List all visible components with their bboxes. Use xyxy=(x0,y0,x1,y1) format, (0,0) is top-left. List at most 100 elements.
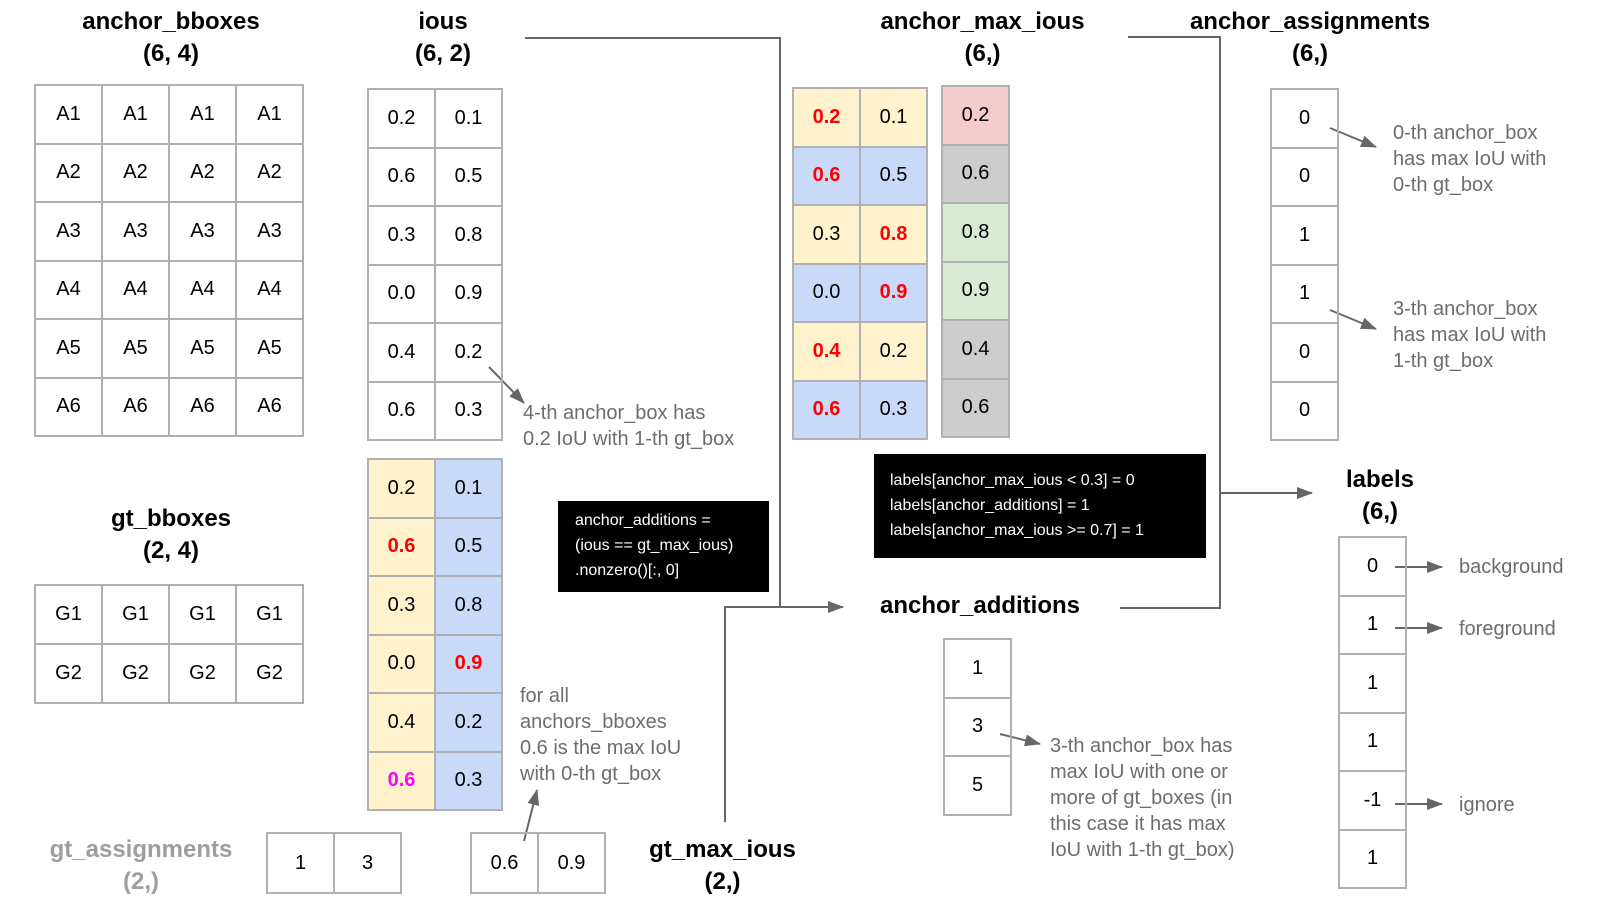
table-row: 0 xyxy=(1270,380,1339,441)
table-row: 0.2 xyxy=(941,85,1010,146)
table-cell: G1 xyxy=(101,584,170,645)
table-cell: 3 xyxy=(943,696,1012,757)
table-cell: A6 xyxy=(235,376,304,437)
anchor-assignments-name: anchor_assignments xyxy=(1189,8,1431,35)
table-row: 0.3 0.8 xyxy=(792,204,928,265)
table-row: 0.4 xyxy=(941,319,1010,380)
table-cell: 0.6 xyxy=(941,377,1010,438)
table-cell: A6 xyxy=(168,376,237,437)
anchor-max-ious-title: anchor_max_ious (6,) xyxy=(850,6,1115,70)
table-cell: 0.4 xyxy=(792,321,861,382)
table-row: 0.6 0.5 xyxy=(367,516,503,577)
table-cell: A1 xyxy=(235,84,304,145)
table-row: 0.6 0.5 xyxy=(367,146,503,207)
table-cell: 0.3 xyxy=(434,380,503,441)
table-row: 0.4 0.2 xyxy=(792,321,928,382)
table-cell: A3 xyxy=(235,201,304,262)
table-cell: 1 xyxy=(943,638,1012,699)
table-cell: 0.9 xyxy=(859,262,928,323)
table-row: 13 xyxy=(266,832,402,894)
table-row: 0 xyxy=(1270,146,1339,207)
table-cell: A4 xyxy=(34,259,103,320)
table-cell: A2 xyxy=(235,142,304,203)
table-row: 0.3 0.8 xyxy=(367,205,503,266)
table-row: 0 xyxy=(1270,88,1339,149)
table-cell: 0.3 xyxy=(859,379,928,440)
gt-max-ious-shape: (2,) xyxy=(704,868,741,895)
labels-legend-ignore: ignore xyxy=(1459,794,1515,816)
table-cell: G1 xyxy=(34,584,103,645)
table-cell: 1 xyxy=(1338,828,1407,889)
table-cell: 0.4 xyxy=(367,322,436,383)
anchor-additions-table: 135 xyxy=(943,638,1012,816)
table-row: 0.6 xyxy=(941,377,1010,438)
table-cell: G1 xyxy=(168,584,237,645)
table-cell: A3 xyxy=(168,201,237,262)
table-row: 1 xyxy=(1338,828,1407,889)
table-cell: 0 xyxy=(1270,88,1339,149)
table-cell: G2 xyxy=(168,643,237,704)
table-cell: G2 xyxy=(34,643,103,704)
labels-shape: (6,) xyxy=(1362,498,1398,525)
table-row: 1 xyxy=(1338,711,1407,772)
table-cell: A2 xyxy=(101,142,170,203)
anchor-bboxes-table: A1 A1 A1 A1 A2 A2 A2 A2 A3 A3 A3 A3 A4 A4 A4 A4 A5 A5 A5 A5… xyxy=(34,84,304,437)
table-cell: 0.0 xyxy=(792,262,861,323)
table-cell: 0.2 xyxy=(367,458,436,519)
table-cell: 0.9 xyxy=(434,263,503,324)
table-cell: 5 xyxy=(943,755,1012,816)
anchor-assignments-title: anchor_assignments (6,) xyxy=(1165,6,1455,70)
anchor-max-ious-table: 0.2 0.6 0.8 0.9 0.4 0.6 xyxy=(941,85,1010,438)
table-cell: 0.9 xyxy=(434,633,503,694)
table-row: 1 xyxy=(1270,263,1339,324)
gt-bboxes-name: gt_bboxes xyxy=(110,505,232,532)
table-row: 0.4 0.2 xyxy=(367,692,503,753)
table-cell: A6 xyxy=(34,376,103,437)
table-cell: A1 xyxy=(34,84,103,145)
table-cell: 0.8 xyxy=(434,205,503,266)
table-row: 0.0 0.9 xyxy=(367,263,503,324)
table-row: A5 A5 A5 A5 xyxy=(34,318,304,379)
anchor-bboxes-title: anchor_bboxes (6, 4) xyxy=(35,6,307,70)
table-cell: A1 xyxy=(101,84,170,145)
table-row: 0.6 0.3 xyxy=(367,750,503,811)
table-cell: 0.6 xyxy=(941,143,1010,204)
table-cell: 0.9 xyxy=(537,832,606,894)
table-cell: A4 xyxy=(101,259,170,320)
table-cell: 0.5 xyxy=(434,146,503,207)
table-cell: G2 xyxy=(101,643,170,704)
anchor-additions-note: 3-th anchor_box has max IoU with one or … xyxy=(1050,735,1235,861)
gt-assignments-shape: (2,) xyxy=(123,868,159,895)
table-cell: A5 xyxy=(101,318,170,379)
table-cell: A6 xyxy=(101,376,170,437)
table-row: 0.8 xyxy=(941,202,1010,263)
table-cell: 0.6 xyxy=(367,146,436,207)
gt-bboxes-title: gt_bboxes (2, 4) xyxy=(35,503,307,567)
anchor-additions-code-block: anchor_additions = (ious == gt_max_ious)… xyxy=(558,501,769,592)
gt-assignments-table: 13 xyxy=(266,832,402,894)
table-cell: 0.8 xyxy=(859,204,928,265)
table-row: G2 G2 G2 G2 xyxy=(34,643,304,704)
table-cell: 0.1 xyxy=(859,87,928,148)
table-cell: 0.8 xyxy=(434,575,503,636)
table-cell: 0.3 xyxy=(434,750,503,811)
gt-max-ious-name: gt_max_ious xyxy=(649,836,796,863)
table-cell: 1 xyxy=(1338,594,1407,655)
table-cell: A4 xyxy=(235,259,304,320)
labels-legend-background: background xyxy=(1459,556,1564,578)
table-cell: 1 xyxy=(1270,205,1339,266)
table-row: A2 A2 A2 A2 xyxy=(34,142,304,203)
table-cell: A5 xyxy=(235,318,304,379)
table-row: -1 xyxy=(1338,770,1407,831)
table-cell: 0.3 xyxy=(367,205,436,266)
table-cell: 3 xyxy=(333,832,402,894)
table-row: 0.2 0.1 xyxy=(367,458,503,519)
table-cell: 0 xyxy=(1270,146,1339,207)
table-cell: A1 xyxy=(168,84,237,145)
gt-assignments-name: gt_assignments xyxy=(49,836,233,863)
table-cell: 0.6 xyxy=(792,379,861,440)
table-row: G1 G1 G1 G1 xyxy=(34,584,304,645)
gt-max-ious-connector xyxy=(724,606,780,822)
labels-table: 0 1 1 1 -1 1 xyxy=(1338,536,1407,889)
table-cell: 0.4 xyxy=(367,692,436,753)
